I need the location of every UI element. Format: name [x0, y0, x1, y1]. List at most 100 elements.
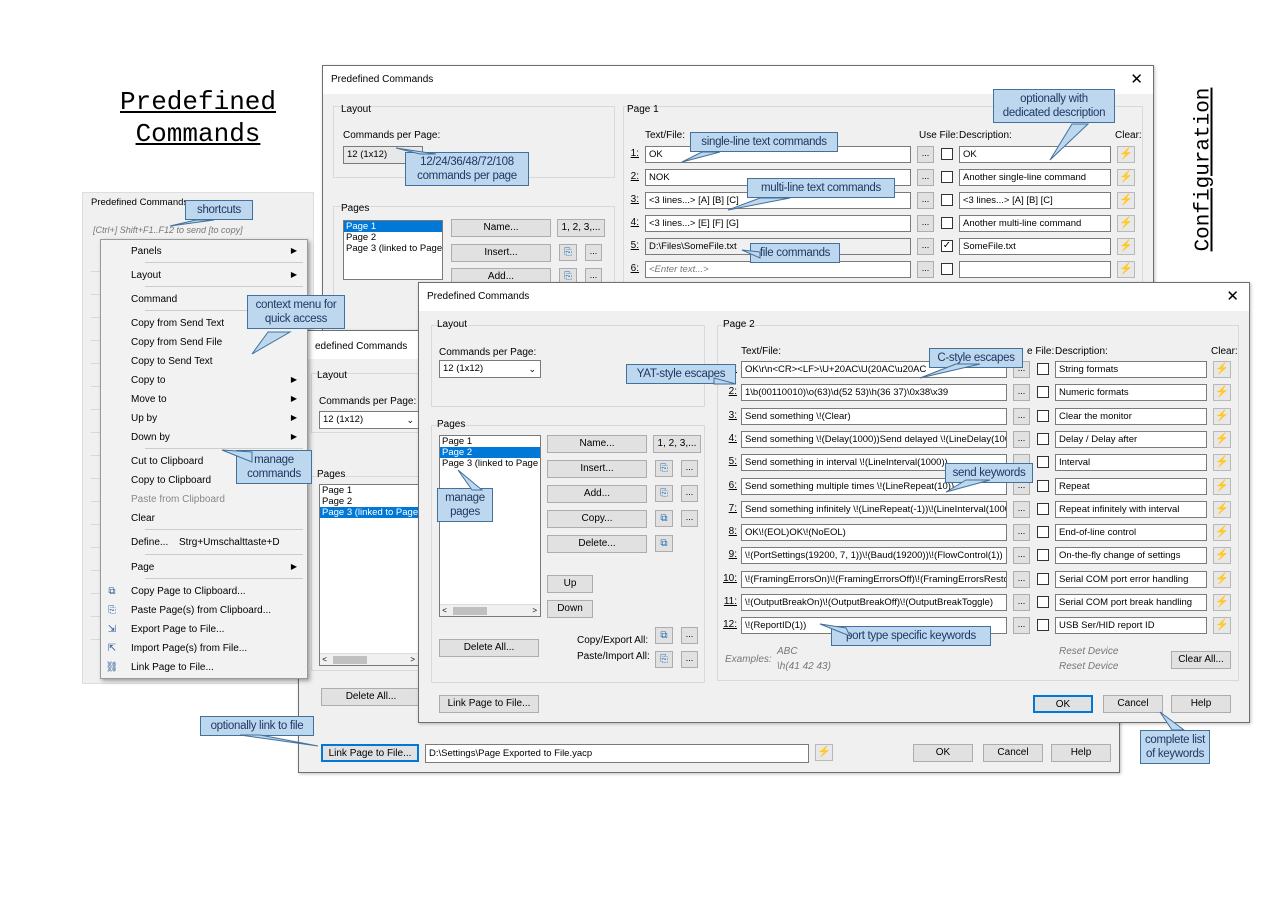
copy-icon[interactable]: ⧉	[655, 510, 673, 527]
paste-icon[interactable]: ⎘	[655, 460, 673, 477]
clear-icon[interactable]: ⚡	[1213, 500, 1231, 518]
scrollbar[interactable]: < >	[320, 653, 418, 665]
ellipsis-button[interactable]: ...	[1013, 430, 1030, 448]
page-item[interactable]: Page 1	[320, 485, 418, 496]
ellipsis-button[interactable]: ...	[1013, 570, 1030, 588]
insert-button[interactable]: Insert...	[451, 244, 551, 262]
clear-icon[interactable]: ⚡	[1213, 570, 1231, 588]
use-file-checkbox[interactable]	[941, 194, 953, 206]
ellipsis-button[interactable]: ...	[681, 651, 698, 668]
number-button[interactable]: 1, 2, 3,...	[653, 435, 701, 453]
up-button[interactable]: Up	[547, 575, 593, 593]
use-file-checkbox[interactable]	[1037, 572, 1049, 585]
copy-icon[interactable]: ⧉	[655, 535, 673, 552]
clear-icon[interactable]: ⚡	[1213, 524, 1231, 542]
clear-icon[interactable]: ⚡	[1117, 146, 1135, 163]
clear-icon[interactable]: ⚡	[1117, 169, 1135, 186]
scrollbar[interactable]: < >	[440, 604, 540, 616]
ellipsis-button[interactable]: ...	[1013, 547, 1030, 565]
ellipsis-button[interactable]: ...	[1013, 524, 1030, 542]
clear-all-button[interactable]: Clear All...	[1171, 651, 1231, 669]
description-field[interactable]: Interval	[1055, 454, 1207, 472]
menu-item[interactable]: Down by ▶	[131, 432, 307, 448]
use-file-checkbox[interactable]	[941, 217, 953, 229]
pages-list[interactable]: Page 1 Page 2 Page 3 (linked to Page E <…	[439, 435, 541, 617]
ellipsis-button[interactable]: ...	[917, 192, 934, 209]
use-file-checkbox[interactable]	[1037, 363, 1049, 375]
use-file-checkbox[interactable]	[941, 263, 953, 275]
description-field[interactable]: Repeat	[1055, 477, 1207, 495]
pages-list[interactable]: Page 1 Page 2 Page 3 (linked to Page E <…	[319, 484, 419, 666]
link-page-button[interactable]: Link Page to File...	[439, 695, 539, 713]
ellipsis-button[interactable]: ...	[1013, 407, 1030, 425]
page-item[interactable]: Page 2	[440, 447, 540, 458]
page-item[interactable]: Page 2	[320, 496, 418, 507]
use-file-checkbox[interactable]	[1037, 386, 1049, 399]
help-button[interactable]: Help	[1051, 744, 1111, 762]
menu-item[interactable]: Up by ▶	[131, 413, 307, 429]
command-text-field[interactable]: <3 lines...> [E] [F] [G]	[645, 215, 911, 232]
description-field[interactable]: Clear the monitor	[1055, 407, 1207, 425]
ellipsis-button[interactable]: ...	[917, 238, 934, 255]
menu-item[interactable]: Import Page(s) from File...	[131, 643, 307, 659]
ok-button[interactable]: OK	[1033, 695, 1093, 713]
clear-icon[interactable]: ⚡	[1213, 361, 1231, 378]
ellipsis-button[interactable]: ...	[681, 510, 698, 527]
menu-item[interactable]: Panels ▶	[131, 246, 307, 262]
down-button[interactable]: Down	[547, 600, 593, 618]
add-button[interactable]: Add...	[547, 485, 647, 503]
description-field[interactable]: <3 lines...> [A] [B] [C]	[959, 192, 1111, 209]
clear-icon[interactable]: ⚡	[1213, 617, 1231, 635]
command-text-field[interactable]: Send something \!(Delay(1000))Send delay…	[741, 430, 1007, 448]
description-field[interactable]: USB Ser/HID report ID	[1055, 617, 1207, 635]
delete-all-button[interactable]: Delete All...	[439, 639, 539, 657]
use-file-checkbox[interactable]	[1037, 596, 1049, 608]
name-button[interactable]: Name...	[547, 435, 647, 453]
ellipsis-button[interactable]: ...	[585, 244, 602, 261]
ellipsis-button[interactable]: ...	[681, 627, 698, 644]
use-file-checkbox[interactable]	[1037, 409, 1049, 422]
help-button[interactable]: Help	[1171, 695, 1231, 713]
ellipsis-button[interactable]: ...	[917, 261, 934, 278]
insert-button[interactable]: Insert...	[547, 460, 647, 478]
use-file-checkbox[interactable]	[1037, 479, 1049, 492]
description-field[interactable]: Serial COM port break handling	[1055, 594, 1207, 611]
menu-item[interactable]: Copy from Send File	[131, 337, 307, 353]
paste-icon[interactable]: ⎘	[559, 244, 577, 261]
menu-item[interactable]: Link Page to File...	[131, 662, 307, 678]
ellipsis-button[interactable]: ...	[681, 485, 698, 502]
ok-button[interactable]: OK	[913, 744, 973, 762]
description-field[interactable]: Repeat infinitely with interval	[1055, 500, 1207, 518]
clear-icon[interactable]: ⚡	[1213, 547, 1231, 565]
clear-icon[interactable]: ⚡	[815, 744, 833, 761]
delete-all-button[interactable]: Delete All...	[321, 688, 421, 706]
ellipsis-button[interactable]: ...	[1013, 384, 1030, 402]
name-button[interactable]: Name...	[451, 219, 551, 237]
menu-item[interactable]: Copy to Send Text	[131, 356, 307, 372]
paste-icon[interactable]: ⎘	[655, 651, 673, 668]
menu-item[interactable]: Export Page to File...	[131, 624, 307, 640]
paste-icon[interactable]: ⎘	[655, 485, 673, 502]
close-icon[interactable]: ✕	[1130, 70, 1143, 88]
menu-item[interactable]: Layout ▶	[131, 270, 307, 286]
page-item[interactable]: Page 2	[344, 232, 442, 243]
clear-icon[interactable]: ⚡	[1213, 384, 1231, 402]
use-file-checkbox[interactable]	[1037, 619, 1049, 632]
command-text-field[interactable]: \!(PortSettings(19200, 7, 1))\!(Baud(192…	[741, 547, 1007, 565]
number-button[interactable]: 1, 2, 3,...	[557, 219, 605, 237]
description-field[interactable]: End-of-line control	[1055, 524, 1207, 542]
close-icon[interactable]: ✕	[1226, 287, 1239, 305]
menu-item[interactable]: Move to ▶	[131, 394, 307, 410]
ellipsis-button[interactable]: ...	[681, 460, 698, 477]
use-file-checkbox[interactable]	[1037, 456, 1049, 469]
ellipsis-button[interactable]: ...	[917, 169, 934, 186]
clear-icon[interactable]: ⚡	[1117, 238, 1135, 255]
cancel-button[interactable]: Cancel	[983, 744, 1043, 762]
description-field[interactable]: String formats	[1055, 361, 1207, 378]
description-field[interactable]: Delay / Delay after	[1055, 430, 1207, 448]
page-item[interactable]: Page 1	[344, 221, 442, 232]
menu-item[interactable]: Copy to ▶	[131, 375, 307, 391]
command-text-field[interactable]: Send something \!(Clear)	[741, 407, 1007, 425]
cpp-dropdown[interactable]: 12 (1x12) ⌄	[439, 360, 541, 378]
menu-item[interactable]: Paste Page(s) from Clipboard...	[131, 605, 307, 621]
